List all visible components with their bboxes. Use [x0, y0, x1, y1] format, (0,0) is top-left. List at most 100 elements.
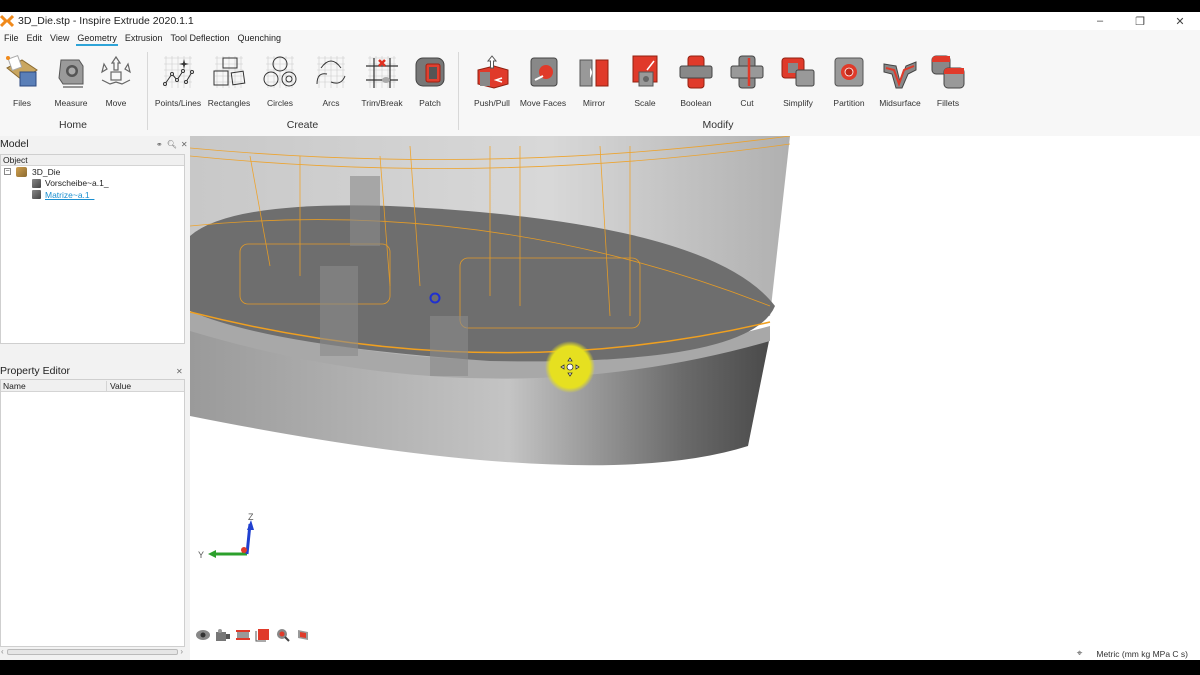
- zoom-fit-icon[interactable]: [275, 628, 291, 642]
- ribbon-group-home: Files Measure Move Home: [0, 46, 146, 136]
- scale-label: Scale: [634, 98, 656, 108]
- view-cube-icon[interactable]: [295, 628, 311, 642]
- menu-edit[interactable]: Edit: [23, 30, 47, 46]
- close-icon[interactable]: ✕: [176, 367, 183, 376]
- property-editor-title: Property Editor: [0, 365, 71, 377]
- menu-extrusion[interactable]: Extrusion: [121, 30, 167, 46]
- status-bar: ⌖ Metric (mm kg MPa C s): [1077, 648, 1188, 659]
- property-column-header: Name Value: [1, 380, 184, 392]
- move-faces-button[interactable]: Move Faces: [517, 54, 569, 108]
- object-column-label: Object: [3, 155, 28, 165]
- scroll-left-icon[interactable]: ‹: [1, 647, 4, 656]
- collapse-icon[interactable]: −: [4, 168, 11, 176]
- 3d-viewport[interactable]: Z Y: [190, 136, 1200, 660]
- model-column-header: Object: [1, 155, 184, 166]
- unit-system-selector[interactable]: Metric (mm kg MPa C s): [1096, 649, 1188, 659]
- fillets-button[interactable]: Fillets: [922, 54, 974, 108]
- tree-item-matrize[interactable]: Matrize~a.1_: [1, 189, 184, 201]
- move-faces-icon: [530, 57, 558, 87]
- push-pull-button[interactable]: Push/Pull: [466, 54, 518, 108]
- cut-icon: [730, 55, 764, 89]
- points-lines-icon: [163, 56, 194, 88]
- camera-icon[interactable]: [215, 628, 231, 642]
- assembly-icon: [16, 166, 27, 177]
- snap-target-icon[interactable]: ⌖: [1077, 648, 1083, 659]
- patch-button[interactable]: Patch: [404, 54, 456, 108]
- trim-break-label: Trim/Break: [361, 98, 403, 108]
- files-label: Files: [13, 98, 31, 108]
- patch-icon: [415, 57, 445, 87]
- close-button[interactable]: ✕: [1160, 12, 1200, 30]
- scale-button[interactable]: Scale: [619, 54, 671, 108]
- property-editor: Name Value: [0, 379, 185, 647]
- files-button[interactable]: Files: [0, 54, 48, 108]
- menu-geometry[interactable]: Geometry: [73, 30, 121, 46]
- view-visibility-icon[interactable]: [195, 628, 211, 642]
- ribbon-group-create: Points/Lines Rectangles Circles Arcs Tri…: [150, 46, 455, 136]
- menu-file[interactable]: File: [0, 30, 23, 46]
- search-icon[interactable]: 🔍︎: [167, 140, 177, 149]
- tree-item-vorscheibe[interactable]: Vorscheibe~a.1_: [1, 178, 184, 190]
- partition-label: Partition: [833, 98, 865, 108]
- name-column-label: Name: [1, 380, 107, 391]
- move-faces-label: Move Faces: [519, 98, 567, 108]
- partition-button[interactable]: Partition: [823, 54, 875, 108]
- boolean-button[interactable]: Boolean: [670, 54, 722, 108]
- box-select-icon[interactable]: [255, 628, 271, 642]
- y-axis-label: Y: [198, 550, 204, 560]
- fillets-icon: [931, 55, 965, 89]
- circles-label: Circles: [267, 98, 293, 108]
- cut-button[interactable]: Cut: [721, 54, 773, 108]
- window-title: 3D_Die.stp - Inspire Extrude 2020.1.1: [18, 15, 194, 27]
- push-pull-label: Push/Pull: [474, 98, 510, 108]
- arcs-button[interactable]: Arcs: [305, 54, 357, 108]
- tree-item-label: Matrize~a.1_: [45, 189, 95, 200]
- mirror-button[interactable]: Mirror: [568, 54, 620, 108]
- view-toolbar: [195, 628, 311, 642]
- menu-quenching[interactable]: Quenching: [233, 30, 285, 46]
- close-icon[interactable]: ✕: [181, 140, 188, 149]
- tree-item-3d-die[interactable]: − 3D_Die: [1, 166, 184, 178]
- ribbon: Files Measure Move Home Points/Lines Rec…: [0, 46, 1200, 136]
- minimize-button[interactable]: –: [1080, 12, 1120, 30]
- binoculars-icon[interactable]: ⚭: [156, 140, 163, 149]
- ribbon-separator: [147, 52, 148, 130]
- restore-button[interactable]: ❐: [1120, 12, 1160, 30]
- move-button[interactable]: Move: [90, 54, 142, 108]
- fillets-label: Fillets: [936, 98, 960, 108]
- measure-icon: [58, 59, 84, 88]
- rectangles-button[interactable]: Rectangles: [203, 54, 255, 108]
- model-browser: Object − 3D_Die Vorscheibe~a.1_ Matrize~…: [0, 154, 185, 344]
- menu-tool-deflection[interactable]: Tool Deflection: [166, 30, 233, 46]
- tree-item-label: 3D_Die: [32, 166, 61, 177]
- scroll-thumb[interactable]: [7, 649, 178, 655]
- midsurface-icon: [883, 61, 917, 89]
- cut-label: Cut: [740, 98, 754, 108]
- menu-bar: File Edit View Geometry Extrusion Tool D…: [0, 30, 1200, 46]
- section-icon[interactable]: [235, 628, 251, 642]
- circles-button[interactable]: Circles: [254, 54, 306, 108]
- menu-view[interactable]: View: [46, 30, 73, 46]
- part-icon: [32, 178, 41, 188]
- value-column-label: Value: [110, 380, 132, 391]
- midsurface-button[interactable]: Midsurface: [874, 54, 926, 108]
- trim-break-button[interactable]: Trim/Break: [356, 54, 408, 108]
- group-label-modify: Modify: [702, 119, 734, 131]
- horizontal-scrollbar[interactable]: ‹ ›: [0, 647, 185, 657]
- ribbon-group-modify: Push/Pull Move Faces Mirror Scale Boolea…: [466, 46, 970, 136]
- files-icon: [6, 55, 38, 87]
- simplify-button[interactable]: Simplify: [772, 54, 824, 108]
- scroll-right-icon[interactable]: ›: [180, 647, 183, 656]
- group-label-create: Create: [286, 119, 319, 131]
- points-lines-button[interactable]: Points/Lines: [152, 54, 204, 108]
- boolean-label: Boolean: [680, 98, 712, 108]
- tree-item-label: Vorscheibe~a.1_: [45, 178, 109, 189]
- screen-bottom-border: [0, 660, 1200, 675]
- mirror-icon: [579, 59, 609, 87]
- circles-icon: [263, 56, 297, 88]
- scale-icon: [632, 55, 658, 87]
- app-logo-icon: [0, 14, 14, 28]
- app-window: 3D_Die.stp - Inspire Extrude 2020.1.1 – …: [0, 12, 1200, 660]
- rectangles-icon: [213, 56, 246, 88]
- x-axis-arrow: [241, 547, 247, 553]
